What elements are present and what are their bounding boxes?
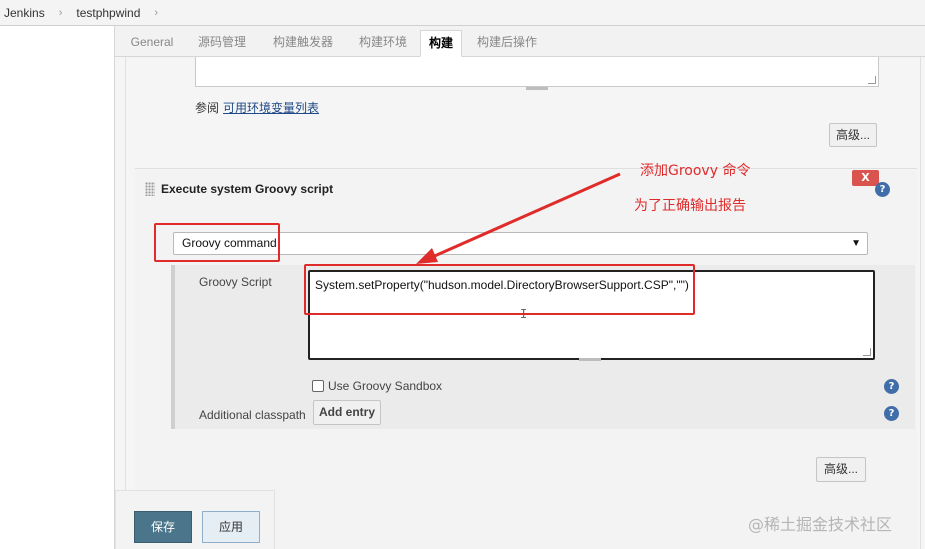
annotation-text-1: 添加Groovy 命令 (640, 163, 751, 179)
annotation-text-2: 为了正确输出报告 (634, 198, 746, 214)
watermark: @稀土掘金技术社区 (748, 515, 893, 534)
annotation-arrow-icon (416, 172, 621, 264)
jenkins-config-page: Jenkins › testphpwind › General 源码管理 构建触… (0, 0, 925, 549)
